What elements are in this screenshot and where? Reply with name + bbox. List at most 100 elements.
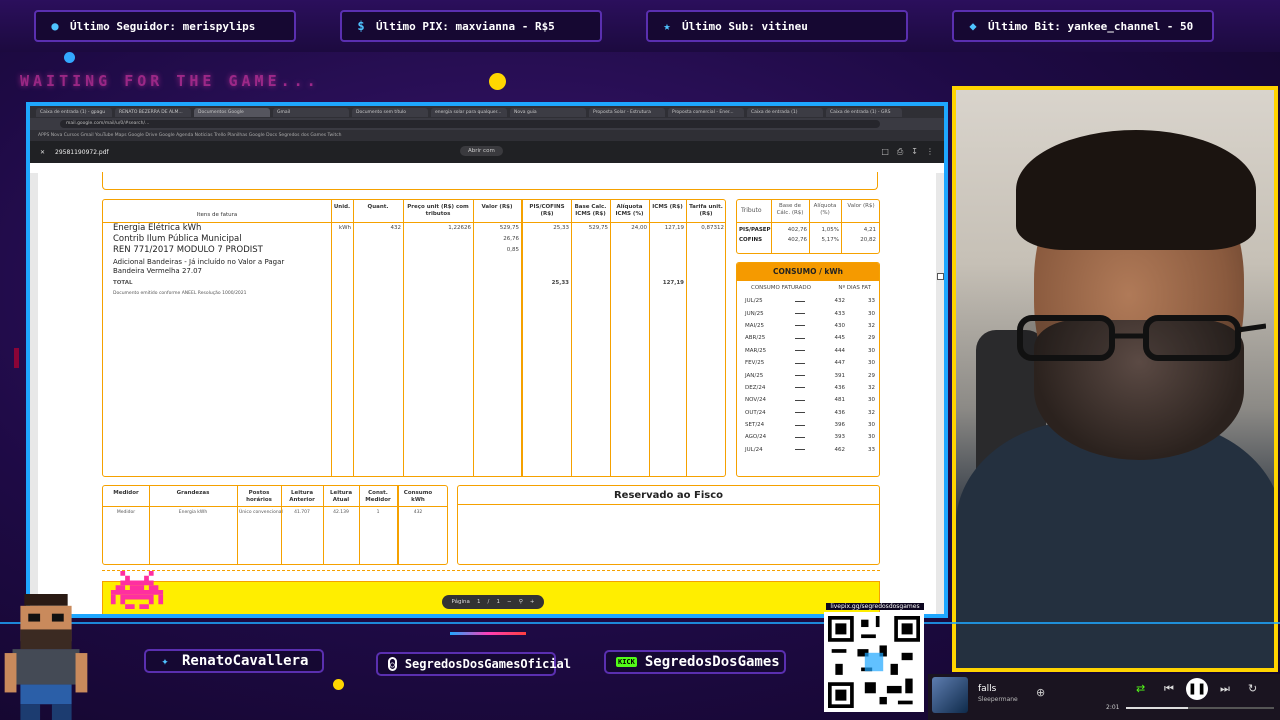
browser-tab[interactable]: Nova guia (510, 107, 586, 117)
zoom-out-icon[interactable]: − (507, 599, 512, 605)
col-unid: Unid. (333, 204, 351, 210)
consumo-dash (795, 399, 805, 401)
next-icon[interactable]: ⏭ (1220, 682, 1230, 696)
medidor-header: Grandezas (176, 490, 210, 496)
medidor-cell: 1 (376, 510, 380, 515)
last-sub-text: Último Sub: vitineu (682, 19, 808, 33)
consumo-dash (795, 424, 805, 426)
item-tarifa: 0,87312 (701, 225, 724, 231)
consumo-month: ABR/25 (745, 335, 766, 342)
bookmarks-bar[interactable]: APPS Nova Cursos Gmail YouTube Maps Goog… (30, 130, 944, 141)
consumo-row: FEV/25 447 30 (737, 357, 879, 369)
browser-tab[interactable]: RENATO BEZERRA DE ALM... (115, 107, 191, 117)
space-invader-icon (110, 571, 164, 609)
item-valor: 529,75 (499, 225, 519, 231)
browser-tab[interactable]: Caixa de entrada (1) (747, 107, 823, 117)
kick-link[interactable]: KICK SegredosDosGames (604, 650, 786, 674)
pager-label: Página (451, 599, 470, 605)
zoom-in-icon[interactable]: + (530, 599, 535, 605)
browser-tab[interactable]: Gmail (273, 107, 349, 117)
col-preco: Preço unit (R$) com tributos (407, 204, 469, 217)
consumo-kwh: 391 (834, 372, 846, 379)
browser-tab[interactable]: Proposta Solar - Estrutura (589, 107, 665, 117)
consumo-month: JAN/25 (745, 372, 764, 379)
print-icon[interactable]: ⎙ (897, 147, 903, 157)
download-icon[interactable]: ↧ (911, 147, 918, 157)
consumo-month: DEZ/24 (745, 384, 766, 391)
twitter-link[interactable]: ✦ RenatoCavallera (144, 649, 324, 673)
consumo-row: SET/24 396 30 (737, 419, 879, 431)
consumo-kwh: 445 (834, 335, 846, 342)
browser-tab[interactable]: Documento sem título (352, 107, 428, 117)
browser-tab[interactable]: Proposta comercial - Ener... (668, 107, 744, 117)
hair (1016, 130, 1256, 250)
zoom-icon[interactable]: ⚲ (519, 599, 523, 605)
consumo-dash (795, 387, 805, 389)
more-icon[interactable]: ⋮ (926, 147, 934, 157)
browser-tab[interactable]: energia solar para qualquer... (431, 107, 507, 117)
browser-tab-active[interactable]: Documentos Google (194, 107, 270, 117)
medidor-header: Leitura Atual (329, 490, 353, 503)
total-pis: 25,33 (551, 280, 569, 286)
alerts-bar: ● Último Seguidor: merispylips $ Último … (0, 0, 1280, 52)
consumo-row: JUL/25 432 33 (737, 295, 879, 307)
shuffle-icon[interactable]: ⇄ (1136, 682, 1145, 695)
twitter-icon: ✦ (161, 654, 169, 668)
progress-bar[interactable] (1126, 707, 1274, 709)
medidor-header: Const. Medidor (365, 490, 391, 503)
pager-current[interactable]: 1 (477, 599, 481, 605)
trib-valor: 4,21 (863, 227, 876, 233)
item-desc: Energia Elétrica kWh (113, 223, 202, 233)
scrollbar-thumb[interactable] (937, 273, 944, 280)
browser-tab[interactable]: Caixa de entrada (1) - gpagu (36, 107, 112, 117)
consumo-month: MAR/25 (745, 347, 767, 354)
pdf-filename: 29581190972.pdf (55, 148, 109, 156)
consumo-kwh: 432 (834, 298, 846, 305)
consumo-kwh: 481 (834, 397, 846, 404)
col-aliq: Alíquota ICMS (%) (615, 204, 644, 217)
trib-base: 402,76 (787, 237, 807, 243)
pdf-viewer[interactable]: Itens de fatura Unid. Quant. Preço unit … (30, 172, 944, 614)
instagram-link[interactable]: ○ SegredosDosGamesOficial (376, 652, 571, 676)
consumo-kwh: 396 (834, 422, 846, 429)
last-follower-text: Último Seguidor: merispylips (70, 19, 256, 33)
item-desc: Contrib Ilum Pública Municipal (113, 234, 242, 244)
pause-icon[interactable]: ❚❚ (1186, 678, 1208, 700)
repeat-icon[interactable]: ↻ (1248, 682, 1257, 695)
fisco-box: Reservado ao Fisco (457, 485, 880, 565)
url-input[interactable]: mail.google.com/mail/u/0/#search/... (60, 120, 880, 128)
star-icon: ★ (663, 19, 671, 33)
consumo-kwh: 436 (834, 384, 846, 391)
album-art (932, 677, 968, 713)
medidor-cell: 42.139 (333, 510, 349, 515)
item-icms: 127,19 (664, 225, 684, 231)
consumo-title: CONSUMO / kWh (737, 263, 879, 281)
consumo-month: MAI/25 (745, 322, 764, 329)
browser-window: Caixa de entrada (1) - gpagu RENATO BEZE… (26, 102, 948, 618)
add-shortcut-icon[interactable]: □ (881, 147, 889, 157)
consumo-dash (795, 337, 805, 339)
consumo-kwh: 430 (834, 322, 846, 329)
consumo-dash (795, 300, 805, 302)
open-with-button[interactable]: Abrir com (460, 146, 503, 156)
medidor-header: Leitura Anterior (289, 490, 315, 503)
qr-label: livepix.gg/segredosdosgames (826, 603, 924, 610)
qr-code-icon[interactable] (824, 612, 924, 712)
consumo-month: JUL/25 (745, 298, 763, 305)
consumo-kwh: 433 (834, 310, 846, 317)
consumo-days: 30 (868, 310, 875, 317)
close-icon[interactable]: ✕ (40, 149, 45, 156)
consumo-row: AGO/24 393 30 (737, 431, 879, 443)
item-valor: 26,76 (503, 236, 519, 242)
previous-icon[interactable]: ⏮ (1164, 682, 1174, 696)
last-pix-alert: $ Último PIX: maxvianna - R$5 (340, 10, 602, 42)
trib-aliq: 5,17% (821, 237, 839, 243)
consumo-dash (795, 375, 805, 377)
add-icon[interactable]: ⊕ (1036, 686, 1045, 699)
song-title: falls (978, 684, 997, 694)
trib-valor: 20,82 (860, 237, 876, 243)
pdf-pager: Página 1 / 1 − ⚲ + (442, 595, 544, 609)
browser-tab[interactable]: Caixa de entrada (1) - GRS (826, 107, 902, 117)
elapsed-time: 2:01 (1106, 704, 1120, 711)
col-quant: Quant. (367, 204, 389, 210)
